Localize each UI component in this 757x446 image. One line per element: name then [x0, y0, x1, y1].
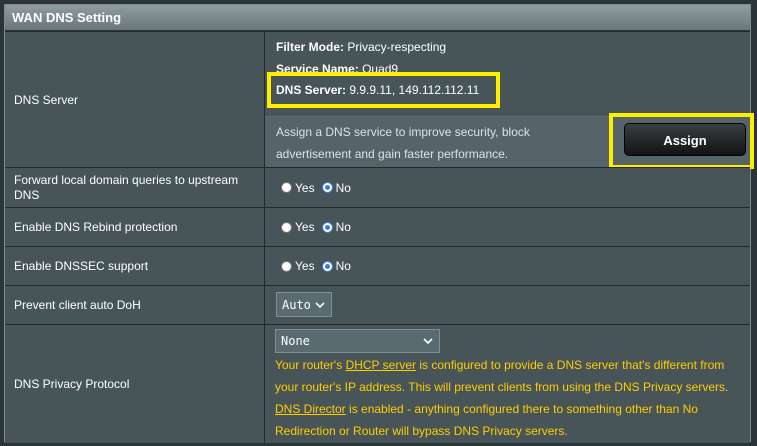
forward-local-yes-label[interactable]: Yes [295, 181, 315, 195]
dhcp-server-link[interactable]: DHCP server [346, 358, 416, 372]
assign-description: Assign a DNS service to improve security… [276, 121, 576, 165]
auto-doh-select-value: Auto [282, 297, 311, 312]
forward-local-no-label[interactable]: No [336, 181, 351, 195]
dns-rebind-yes-label[interactable]: Yes [295, 220, 315, 234]
chevron-down-icon [315, 301, 325, 308]
dnssec-value-cell: Yes No [265, 247, 750, 285]
auto-doh-select[interactable]: Auto [276, 292, 332, 317]
dns-rebind-value-cell: Yes No [265, 208, 750, 246]
auto-doh-label: Prevent client auto DoH [5, 286, 265, 324]
wan-dns-panel: WAN DNS Setting DNS Server Filter Mode: … [4, 4, 754, 443]
service-name-key: Service Name: [276, 62, 359, 72]
row-auto-doh: Prevent client auto DoH Auto [5, 285, 750, 324]
dnssec-label: Enable DNSSEC support [5, 247, 265, 285]
chevron-down-icon [423, 338, 433, 345]
row-dnssec: Enable DNSSEC support Yes No [5, 246, 750, 285]
dns-server-value-cell: Filter Mode: Privacy-respecting Service … [265, 32, 754, 169]
row-dns-privacy: DNS Privacy Protocol None Your router's … [5, 324, 750, 443]
dns-privacy-select-value: None [281, 334, 310, 348]
dns-privacy-select[interactable]: None [275, 329, 440, 353]
warning-text: is configured to provide a DNS server th… [416, 358, 725, 372]
dnssec-no-radio[interactable] [321, 260, 333, 272]
dnssec-radios: Yes No [281, 259, 358, 273]
warning-text: is enabled - anything configured there t… [345, 402, 698, 416]
service-name-value: Quad9 [362, 62, 399, 72]
dnssec-yes-radio[interactable] [281, 260, 292, 272]
assign-desc-line2: advertisement and gain faster performanc… [276, 147, 509, 161]
dns-privacy-value-cell: None Your router's DHCP server is config… [265, 325, 750, 443]
dns-rebind-radios: Yes No [281, 220, 358, 234]
service-name-line: Service Name: Quad9 [276, 62, 398, 72]
forward-local-label-line1: Forward local domain queries to upstream [14, 172, 239, 187]
privacy-warning-line1: Your router's DHCP server is configured … [275, 358, 724, 372]
forward-local-value-cell: Yes No [265, 168, 750, 207]
dns-server-label: DNS Server [5, 32, 265, 167]
dnssec-no-label[interactable]: No [336, 259, 351, 273]
filter-mode-key: Filter Mode: [276, 40, 344, 54]
row-forward-local: Forward local domain queries to upstream… [5, 167, 750, 207]
auto-doh-value-cell: Auto [265, 286, 750, 324]
privacy-warning-line3: DNS Director is enabled - anything confi… [275, 402, 698, 416]
filter-mode-line: Filter Mode: Privacy-respecting [276, 40, 446, 54]
dns-rebind-label: Enable DNS Rebind protection [5, 208, 265, 246]
row-dns-server: DNS Server Filter Mode: Privacy-respecti… [5, 31, 754, 169]
dnssec-yes-label[interactable]: Yes [295, 259, 315, 273]
dns-rebind-yes-radio[interactable] [281, 221, 292, 233]
forward-local-radios: Yes No [281, 181, 358, 195]
warning-text: Your router's [275, 358, 346, 372]
assign-highlight [609, 113, 754, 169]
dns-rebind-no-radio[interactable] [321, 221, 333, 233]
forward-local-label: Forward local domain queries to upstream… [5, 168, 265, 207]
row-dns-rebind: Enable DNS Rebind protection Yes No [5, 207, 750, 246]
dns-server-highlight [267, 72, 500, 108]
privacy-warning-line2: your router's IP address. This will prev… [275, 380, 729, 394]
privacy-warning-line4: Redirection or Router will bypass DNS Pr… [275, 424, 568, 438]
forward-local-yes-radio[interactable] [281, 182, 292, 193]
forward-local-no-radio[interactable] [321, 182, 333, 193]
dns-director-link[interactable]: DNS Director [275, 402, 346, 416]
dns-privacy-label: DNS Privacy Protocol [5, 325, 265, 443]
assign-desc-line1: Assign a DNS service to improve security… [276, 125, 530, 139]
dns-rebind-no-label[interactable]: No [336, 220, 351, 234]
forward-local-label-line2: DNS [14, 187, 40, 202]
panel-title: WAN DNS Setting [5, 5, 750, 31]
filter-mode-value: Privacy-respecting [347, 40, 447, 54]
